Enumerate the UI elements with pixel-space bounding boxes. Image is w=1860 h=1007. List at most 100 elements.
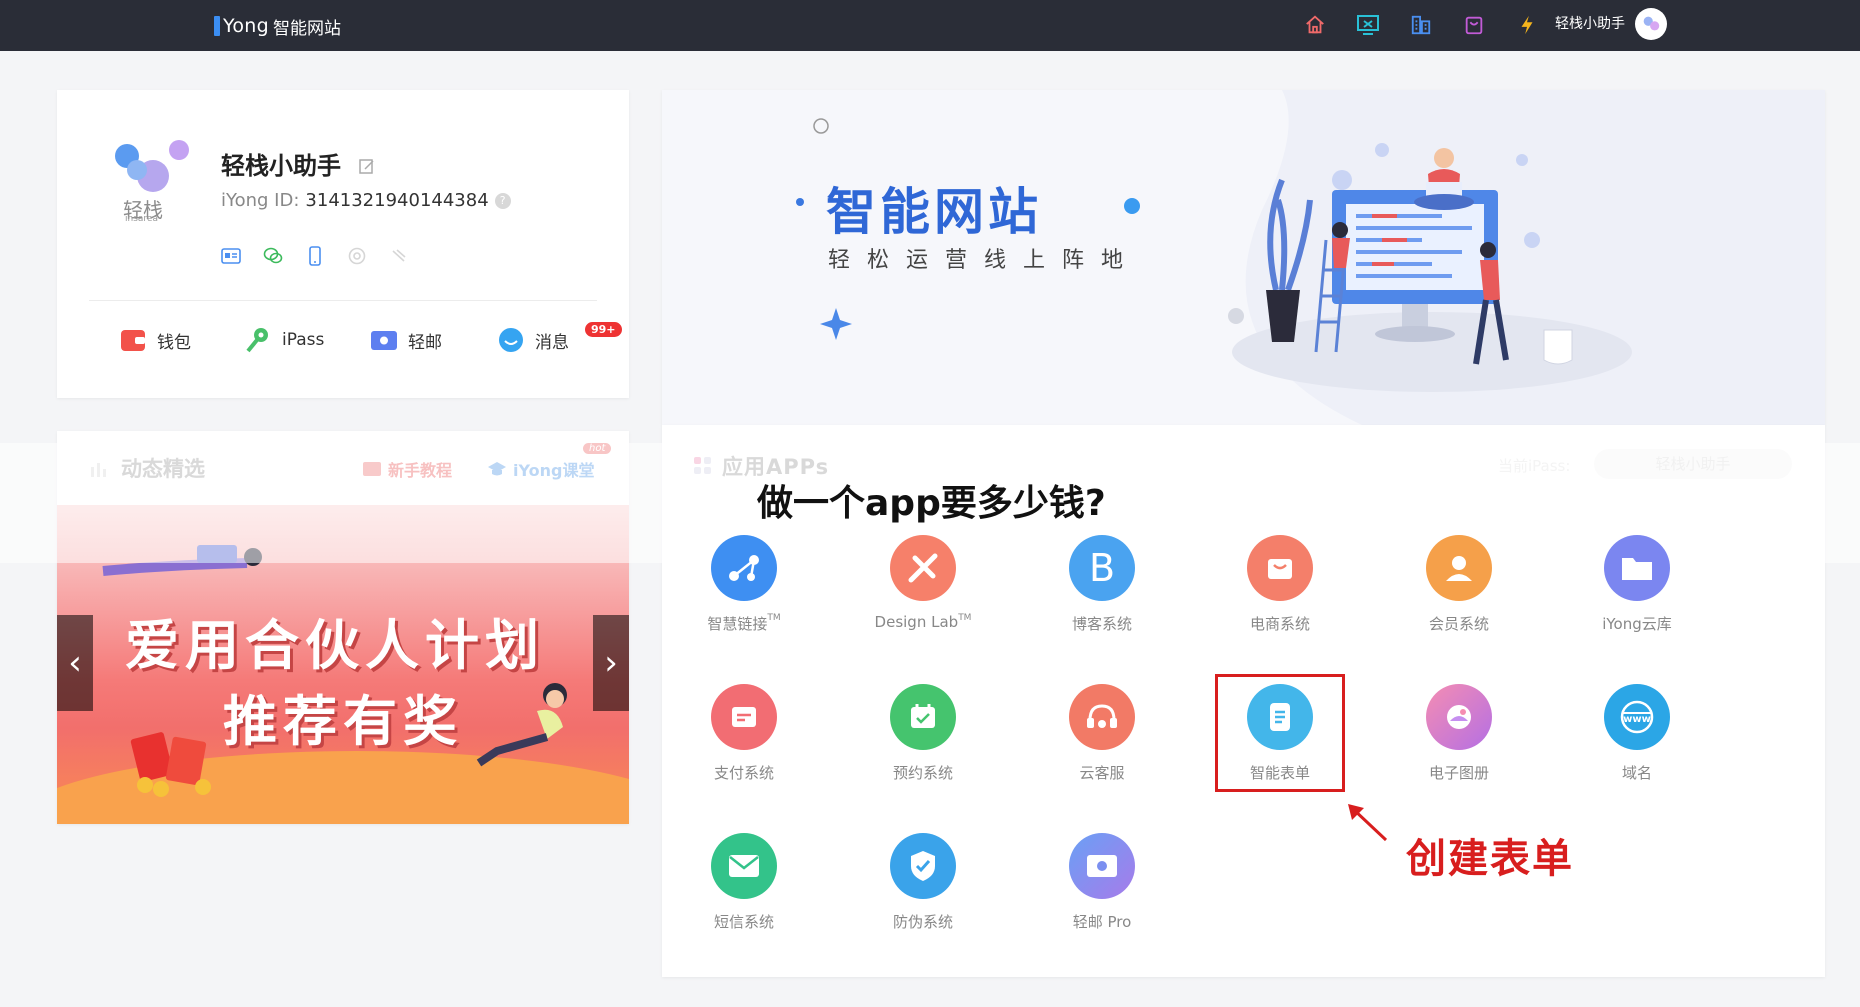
app-label: 电商系统 [1249, 615, 1310, 633]
app-label: 防伪系统 [892, 913, 953, 931]
tab-classroom-label: iYong课堂 [513, 461, 595, 480]
design-tools-icon [890, 535, 956, 601]
app-sms[interactable]: 短信系统 [674, 833, 814, 932]
hot-badge: hot [583, 443, 612, 454]
shield-check-icon [890, 833, 956, 899]
edit-icon[interactable] [359, 158, 375, 174]
wechat-icon[interactable] [263, 246, 283, 266]
app-label: 云客服 [1079, 764, 1125, 782]
hero-title: 智能网站 [826, 183, 1042, 241]
profile-card: 轻栈 insarea 轻栈小助手 iYong ID: 31413219401443… [57, 90, 629, 398]
message-icon [499, 328, 523, 352]
profile-id-label: iYong ID: [221, 190, 300, 211]
quick-link-ipass[interactable]: iPass [244, 326, 324, 354]
carousel-prev-button[interactable]: ‹ [57, 615, 93, 711]
current-ipass-select[interactable]: 轻栈小助手 [1594, 449, 1792, 479]
chevron-left-icon: ‹ [68, 643, 82, 683]
monitor-icon[interactable] [1353, 10, 1383, 40]
account-bind-icons [221, 246, 431, 266]
shop-icon [1247, 535, 1313, 601]
news-card: 动态精选 新手教程 iYong课堂 hot 爱用合伙人计划 推荐有奖 ‹ › [57, 431, 629, 824]
overlay-question: 做一个app要多少钱? [757, 483, 1106, 524]
lightning-icon[interactable] [1512, 10, 1542, 40]
email-at-icon[interactable] [347, 246, 367, 266]
app-label: 预约系统 [892, 764, 953, 782]
app-domain[interactable]: www 域名 [1567, 684, 1707, 783]
id-card-icon[interactable] [221, 246, 241, 266]
quick-link-wallet[interactable]: 钱包 [119, 326, 191, 354]
carousel-next-button[interactable]: › [593, 615, 629, 711]
key-icon [246, 328, 268, 353]
highlight-box [1215, 674, 1345, 792]
app-ecommerce[interactable]: 电商系统 [1210, 535, 1350, 634]
avatar[interactable] [1635, 8, 1667, 40]
brand-i-mark [214, 16, 220, 36]
hero-subtitle: 轻松运营线上阵地 [828, 248, 1141, 273]
wallet-icon [121, 330, 145, 351]
tab-classroom[interactable]: iYong课堂 [487, 457, 594, 481]
app-membership[interactable]: 会员系统 [1389, 535, 1529, 634]
hero-banner: 智能网站 轻松运营线上阵地 [662, 90, 1825, 425]
app-payment[interactable]: 支付系统 [674, 684, 814, 783]
person-top-illustration-icon [102, 545, 262, 576]
profile-name: 轻栈小助手 [221, 152, 341, 180]
tab-tutorial-label: 新手教程 [388, 461, 453, 480]
app-e-album[interactable]: 电子图册 [1389, 684, 1529, 783]
album-icon [1426, 684, 1492, 750]
building-icon[interactable] [1406, 10, 1436, 40]
quick-link-mail[interactable]: 轻邮 [370, 326, 442, 354]
app-cloud-storage[interactable]: iYong云库 [1567, 535, 1707, 634]
app-design-lab[interactable]: Design LabTM [853, 535, 993, 631]
red-envelope-icon [130, 732, 211, 797]
help-icon[interactable]: ? [494, 193, 511, 209]
app-label: 短信系统 [713, 913, 774, 931]
app-label: 会员系统 [1428, 615, 1489, 633]
divider [89, 300, 597, 301]
quick-link-label: 钱包 [157, 332, 191, 353]
top-username[interactable]: 轻栈小助手 [1555, 12, 1625, 36]
app-anti-counterfeit[interactable]: 防伪系统 [853, 833, 993, 932]
app-mail-pro[interactable]: 轻邮 Pro [1032, 833, 1172, 932]
app-blog[interactable]: B 博客系统 [1032, 535, 1172, 634]
callout-create-form: 创建表单 [1406, 836, 1574, 882]
quick-link-label: iPass [282, 330, 325, 350]
current-ipass-label: 当前iPass: [1498, 457, 1571, 475]
app-label: 智慧链接TM [707, 613, 781, 633]
payment-card-icon [711, 684, 777, 750]
headset-icon [1069, 684, 1135, 750]
fingerprint-icon[interactable] [389, 246, 409, 266]
graduation-cap-icon [488, 462, 506, 476]
app-customer-service[interactable]: 云客服 [1032, 684, 1172, 783]
profile-id: iYong ID: 3141321940144384? [221, 190, 511, 211]
tab-tutorial[interactable]: 新手教程 [362, 457, 452, 481]
app-label: Design LabTM [874, 613, 972, 631]
promo-banner[interactable]: 爱用合伙人计划 推荐有奖 ‹ › [57, 505, 629, 824]
bag-icon[interactable] [1459, 10, 1489, 40]
app-label: iYong云库 [1602, 615, 1672, 633]
bar-chart-icon [91, 463, 106, 477]
app-label: 博客系统 [1071, 615, 1132, 633]
grid-icon [694, 457, 711, 474]
app-label: 电子图册 [1428, 764, 1489, 782]
message-badge: 99+ [585, 322, 622, 337]
chevron-right-icon: › [604, 643, 618, 683]
folder-icon [1604, 535, 1670, 601]
banner-subheadline: 推荐有奖 [223, 690, 463, 753]
brand-logo[interactable]: Yong 智能网站 [214, 12, 341, 40]
arrow-icon [1348, 804, 1388, 842]
quick-link-label: 消息 [535, 332, 569, 353]
app-booking[interactable]: 预约系统 [853, 684, 993, 783]
phone-icon[interactable] [305, 246, 325, 266]
banner-headline: 爱用合伙人计划 [125, 614, 545, 677]
news-title: 动态精选 [121, 457, 205, 481]
letter-b-icon: B [1069, 535, 1135, 601]
app-smart-link[interactable]: 智慧链接TM [674, 535, 814, 634]
brand-name: Yong [223, 15, 270, 37]
person-illustration-icon [476, 683, 567, 767]
app-label: 轻邮 Pro [1072, 913, 1132, 931]
book-icon [363, 462, 381, 476]
home-icon[interactable] [1300, 10, 1330, 40]
quick-link-label: 轻邮 [408, 332, 442, 353]
quick-link-messages[interactable]: 消息 [497, 326, 569, 354]
logo-subtext: insarea [125, 214, 158, 224]
